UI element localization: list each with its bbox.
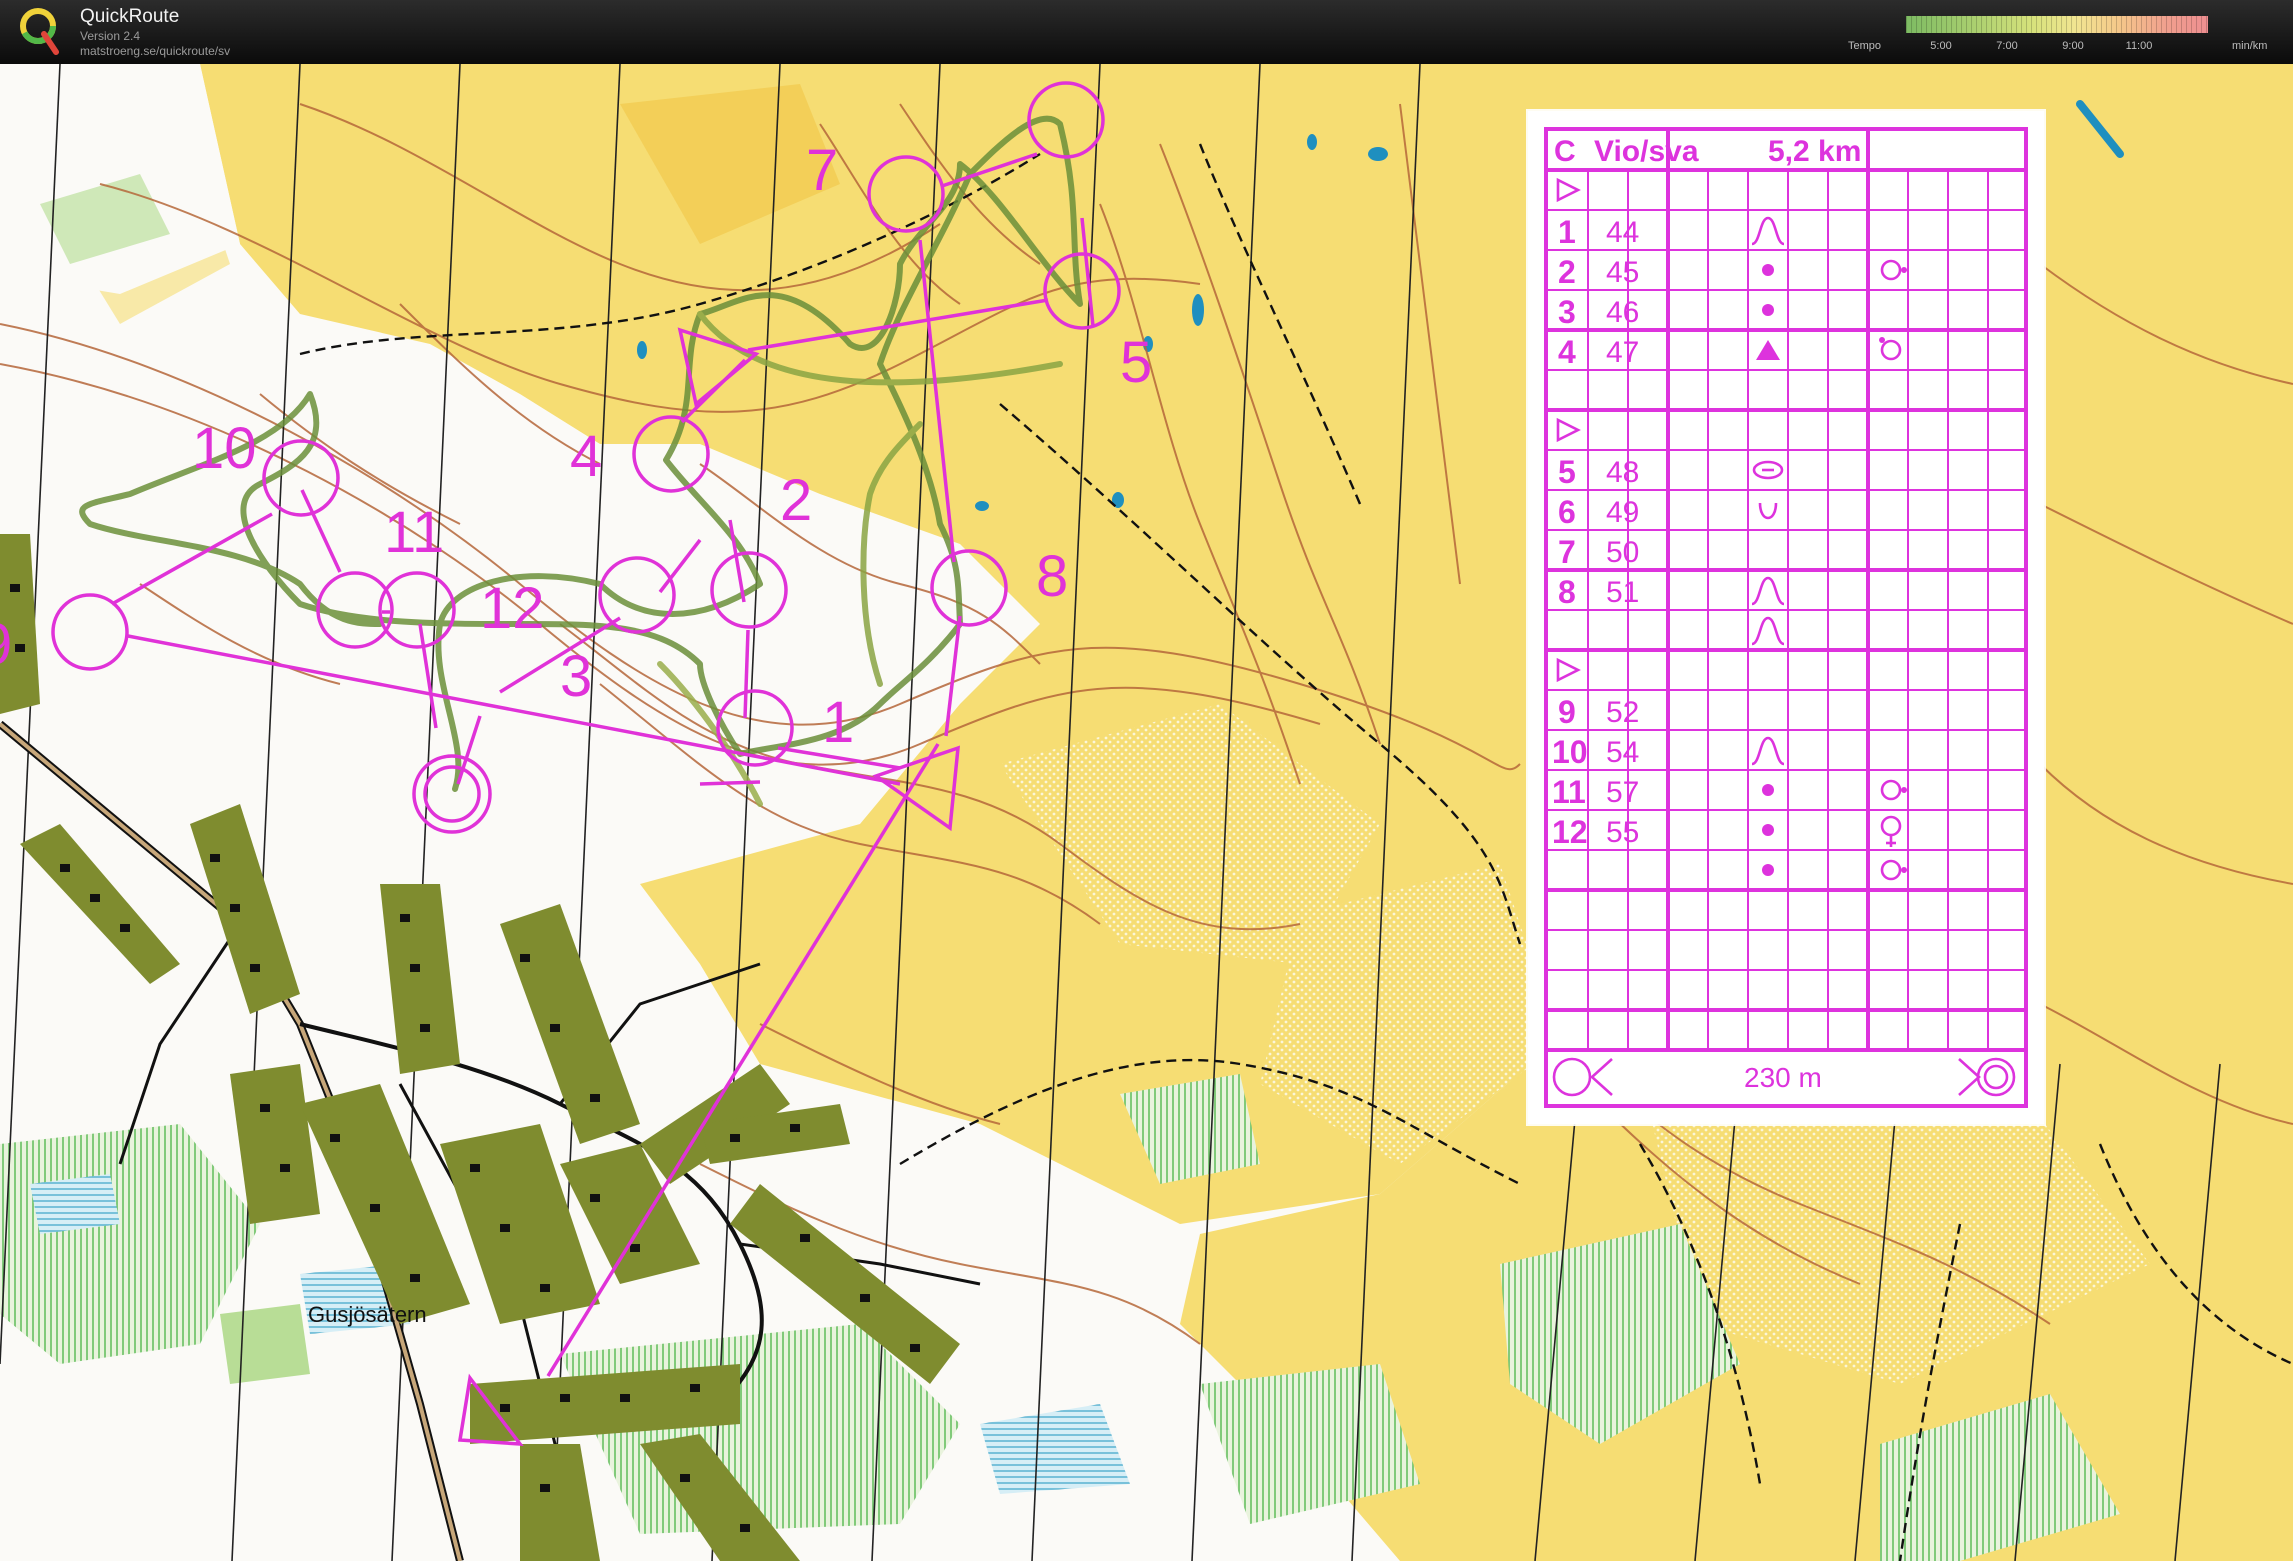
feature-dot-icon [1762,864,1774,876]
control-row-code: 55 [1606,816,1640,849]
control-number: 3 [560,644,593,709]
knoll-icon [1751,616,1785,646]
control-number: 11 [384,500,445,565]
start-triangle-icon [1556,417,1581,443]
control-row-number: 11 [1552,774,1586,810]
orienteering-map[interactable]: 1 2 3 4 5 7 8 9 10 11 12 Gusjösätern [0,64,2293,1561]
tempo-color-scale [1906,16,2208,33]
control-number: 8 [1036,544,1069,609]
knoll-icon [1751,736,1785,766]
control-row-number: 2 [1558,254,1576,290]
control-row-number: 3 [1558,294,1576,330]
knoll-icon [1751,216,1785,246]
control-row-number: 5 [1558,454,1576,490]
quickroute-logo-icon [20,8,59,55]
app-url-link[interactable]: matstroeng.se/quickroute/sv [80,44,230,58]
control-row-code: 57 [1606,776,1640,809]
place-name-label: Gusjösätern [308,1302,427,1327]
control-card-grid: C Vio/sva 5,2 km 1 44 2 45 3 46 4 47 5 4… [1544,127,2028,1108]
card-course: Vio/sva [1594,135,1699,168]
control-row-code: 52 [1606,696,1640,729]
control-number: 5 [1120,330,1153,395]
control-row-code: 44 [1606,216,1640,249]
control-number: 9 [0,616,12,674]
knoll-icon [1751,576,1785,606]
start-triangle-icon [1556,177,1581,203]
control-row-number: 12 [1552,814,1588,850]
control-row-number: 4 [1558,334,1576,370]
position-side-icon [1880,859,1902,881]
tempo-tick: 5:00 [1930,40,1952,52]
feature-triangle-icon [1756,340,1780,360]
control-number: 12 [480,576,545,641]
card-length: 5,2 km [1768,135,1862,168]
control-row-number: 7 [1558,534,1576,570]
feature-dot-icon [1762,784,1774,796]
finish-start-circle-icon [1552,1057,1592,1097]
position-side-icon [1880,259,1902,281]
tempo-unit: min/km [2232,40,2268,52]
control-number: 7 [806,138,839,203]
control-row-code: 47 [1606,336,1640,369]
control-row-code: 48 [1606,456,1640,489]
control-row-number: 6 [1558,494,1576,530]
control-row-code: 51 [1606,576,1640,609]
control-number: 4 [570,424,603,489]
position-corner-icon [1880,339,1902,361]
position-foot-icon [1880,815,1902,837]
quickroute-window: { "app": { "title": "QuickRoute", "versi… [0,0,2293,1561]
feature-dot-icon [1762,304,1774,316]
control-number: 1 [822,690,855,755]
control-row-number: 1 [1558,214,1576,250]
tempo-label: Tempo [1848,40,1882,52]
feature-dot-icon [1762,264,1774,276]
tempo-tick: 9:00 [2062,40,2084,52]
control-row-code: 49 [1606,496,1640,529]
control-description-card: C Vio/sva 5,2 km 1 44 2 45 3 46 4 47 5 4… [1528,111,2044,1124]
finish-circle-icon [1976,1057,2016,1097]
app-version: Version 2.4 [80,29,141,43]
control-row-code: 46 [1606,296,1640,329]
depression-icon [1758,502,1778,520]
app-header: QuickRoute Version 2.4 matstroeng.se/qui… [0,0,2293,64]
tempo-tick: 11:00 [2125,40,2153,52]
feature-dot-icon [1762,824,1774,836]
control-number: 2 [780,468,813,533]
card-class: C [1554,135,1576,168]
control-number: 10 [192,416,257,481]
control-row-code: 50 [1606,536,1640,569]
finish-distance: 230 m [1744,1062,1822,1093]
tempo-tick: 7:00 [1996,40,2018,52]
control-row-number: 10 [1552,734,1588,770]
control-row-code: 54 [1606,736,1640,769]
control-row-code: 45 [1606,256,1640,289]
app-title: QuickRoute [80,6,180,27]
start-triangle-icon [1556,657,1581,683]
control-row-number: 9 [1558,694,1576,730]
position-side-icon [1880,779,1902,801]
control-row-number: 8 [1558,574,1576,610]
